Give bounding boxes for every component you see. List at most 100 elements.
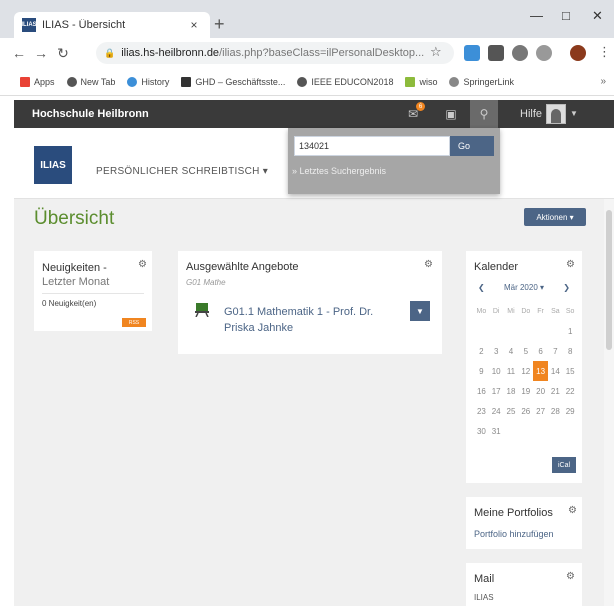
- maximize-icon[interactable]: □: [562, 8, 570, 23]
- calendar-day[interactable]: 19: [518, 381, 533, 401]
- bookmark-item[interactable]: New Tab: [66, 76, 115, 87]
- search-button[interactable]: ⚲: [470, 100, 498, 128]
- main-nav-desktop[interactable]: PERSÖNLICHER SCHREIBTISCH ▾: [96, 166, 268, 177]
- calendar-day[interactable]: 10: [489, 361, 504, 381]
- profile-avatar-icon[interactable]: [570, 45, 586, 61]
- ilias-logo[interactable]: ILIAS: [34, 146, 72, 184]
- weekday-label: Sa: [551, 307, 560, 315]
- browser-tab[interactable]: ILIAS ILIAS - Übersicht ×: [14, 12, 210, 38]
- calendar-day[interactable]: 31: [489, 421, 504, 441]
- calendar-day[interactable]: 4: [504, 341, 519, 361]
- bookmark-item[interactable]: GHD – Geschäftsste...: [181, 76, 285, 87]
- chat-button[interactable]: ▣: [436, 100, 466, 128]
- url-path: /ilias.php?baseClass=ilPersonalDesktop..…: [219, 47, 425, 59]
- bookmarks-more-icon[interactable]: »: [600, 76, 606, 87]
- calendar-nav: ❮ Mär 2020 ▾ ❯: [478, 283, 570, 292]
- tab-close-icon[interactable]: ×: [186, 18, 202, 32]
- calendar-day[interactable]: 1: [563, 321, 578, 341]
- calendar-day[interactable]: 15: [563, 361, 578, 381]
- calendar-day[interactable]: 25: [504, 401, 519, 421]
- bookmark-item[interactable]: SpringerLink: [449, 76, 514, 87]
- weekday-label: Di: [492, 307, 500, 315]
- reload-icon[interactable]: ↻: [52, 45, 74, 62]
- browser-menu-icon[interactable]: ⋮: [598, 44, 611, 60]
- calendar-day[interactable]: 24: [489, 401, 504, 421]
- month-select[interactable]: Mär 2020 ▾: [504, 283, 544, 292]
- back-icon[interactable]: ←: [8, 45, 30, 61]
- calendar-empty-cell: [474, 321, 489, 341]
- calendar-empty-cell: [518, 321, 533, 341]
- calendar-day[interactable]: 30: [474, 421, 489, 441]
- extension-icon[interactable]: [464, 45, 480, 61]
- calendar-day[interactable]: 22: [563, 381, 578, 401]
- wiso-icon: [405, 76, 416, 87]
- gear-icon[interactable]: ⚙: [424, 259, 433, 270]
- calendar-day[interactable]: 8: [563, 341, 578, 361]
- calendar-day[interactable]: 14: [548, 361, 563, 381]
- globe-icon: [66, 76, 77, 87]
- calendar-day[interactable]: 17: [489, 381, 504, 401]
- calendar-day[interactable]: 18: [504, 381, 519, 401]
- bookmark-item[interactable]: IEEE EDUCON2018: [297, 76, 393, 87]
- calendar-day[interactable]: 27: [533, 401, 548, 421]
- user-avatar[interactable]: [546, 104, 566, 124]
- course-link[interactable]: G01.1 Mathematik 1 - Prof. Dr. Priska Ja…: [224, 304, 394, 336]
- search-dropdown: Go » Letztes Suchergebnis: [288, 128, 500, 194]
- calendar-day[interactable]: 12: [518, 361, 533, 381]
- gear-icon[interactable]: ⚙: [568, 505, 577, 516]
- weekday-label: So: [565, 307, 575, 315]
- calendar-day[interactable]: 5: [518, 341, 533, 361]
- bookmark-star-icon[interactable]: ☆: [430, 44, 442, 60]
- calendar-day[interactable]: 9: [474, 361, 489, 381]
- rss-button[interactable]: RSS: [122, 318, 146, 327]
- mail-panel: Mail ⚙ ILIAS: [466, 563, 582, 606]
- bookmark-item[interactable]: wiso: [405, 76, 437, 87]
- calendar-empty-cell: [504, 321, 519, 341]
- calendar-day[interactable]: 29: [563, 401, 578, 421]
- search-input[interactable]: [294, 136, 450, 156]
- next-month-icon[interactable]: ❯: [563, 283, 570, 292]
- search-go-button[interactable]: Go: [450, 136, 494, 156]
- minimize-icon[interactable]: —: [530, 8, 543, 23]
- brand-name: Hochschule Heilbronn: [32, 108, 149, 120]
- bookmark-item[interactable]: Apps: [20, 76, 55, 87]
- calendar-day[interactable]: 11: [504, 361, 519, 381]
- calendar-title: Kalender: [474, 261, 519, 273]
- gear-icon[interactable]: ⚙: [138, 259, 147, 270]
- extension-icon[interactable]: [536, 45, 552, 61]
- new-tab-button[interactable]: +: [214, 14, 225, 35]
- tab-title: ILIAS - Übersicht: [42, 19, 126, 31]
- bookmark-item[interactable]: History: [127, 76, 169, 87]
- calendar-day[interactable]: 2: [474, 341, 489, 361]
- calendar-day[interactable]: 26: [518, 401, 533, 421]
- forward-icon[interactable]: →: [30, 45, 52, 61]
- calendar-day[interactable]: 28: [548, 401, 563, 421]
- ical-button[interactable]: iCal: [552, 457, 576, 473]
- calendar-day[interactable]: 20: [533, 381, 548, 401]
- extension-icon[interactable]: [488, 45, 504, 61]
- calendar-day[interactable]: 23: [474, 401, 489, 421]
- calendar-day[interactable]: 7: [548, 341, 563, 361]
- mail-badge: 6: [416, 102, 425, 111]
- scrollbar-thumb[interactable]: [606, 210, 612, 350]
- gear-icon[interactable]: ⚙: [566, 571, 575, 582]
- calendar-day[interactable]: 6: [533, 341, 548, 361]
- mail-button[interactable]: ✉ 6: [398, 100, 428, 128]
- calendar-day[interactable]: 16: [474, 381, 489, 401]
- history-icon: [127, 76, 138, 87]
- calendar-day[interactable]: 21: [548, 381, 563, 401]
- add-portfolio-link[interactable]: Portfolio hinzufügen: [474, 529, 554, 539]
- prev-month-icon[interactable]: ❮: [478, 283, 485, 292]
- user-silhouette-icon: [551, 109, 561, 123]
- gear-icon[interactable]: ⚙: [566, 259, 575, 270]
- actions-button[interactable]: Aktionen ▾: [524, 208, 586, 226]
- calendar-day[interactable]: 3: [489, 341, 504, 361]
- close-window-icon[interactable]: ✕: [592, 8, 603, 24]
- help-link[interactable]: Hilfe: [520, 108, 542, 120]
- last-search-result-link[interactable]: » Letztes Suchergebnis: [292, 166, 386, 176]
- extension-icon[interactable]: [512, 45, 528, 61]
- user-menu-caret-icon[interactable]: ▼: [570, 109, 578, 118]
- calendar-day[interactable]: 13: [533, 361, 548, 381]
- course-actions-dropdown[interactable]: ▼: [410, 301, 430, 321]
- url-input[interactable]: 🔒 ilias.hs-heilbronn.de /ilias.php?baseC…: [96, 42, 454, 64]
